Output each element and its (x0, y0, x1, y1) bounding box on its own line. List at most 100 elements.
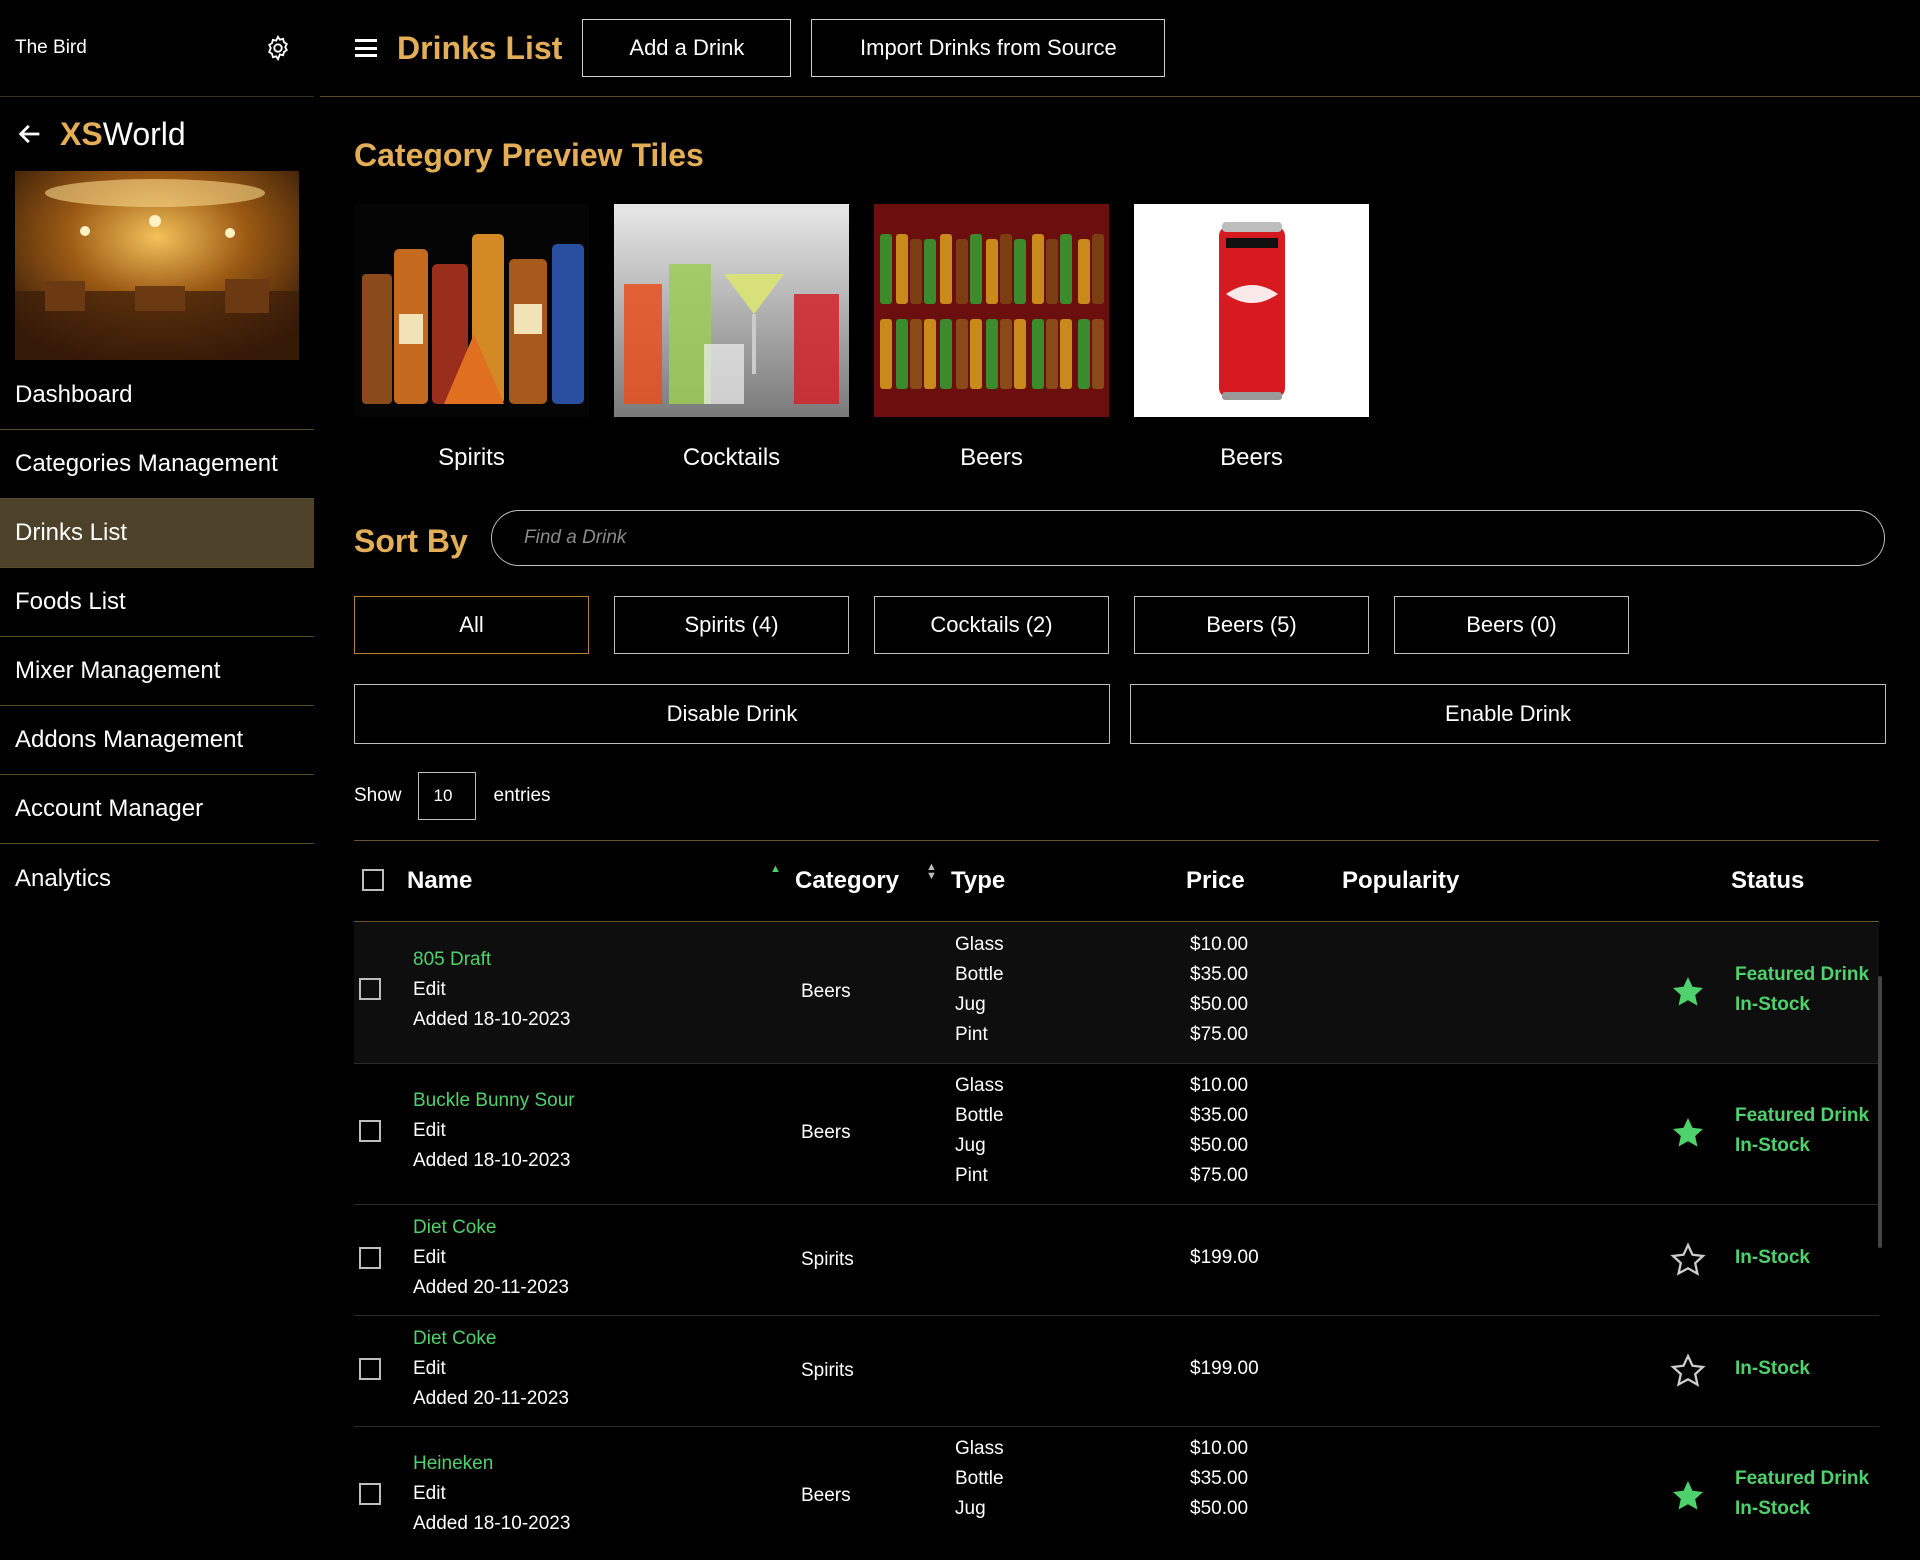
added-date: Added 20-11-2023 (413, 1388, 569, 1409)
type-cell: Glass Bottle Jug Pint (955, 1075, 1004, 1186)
row-checkbox[interactable] (359, 1247, 381, 1269)
table-row: Heineken Edit Added 18-10-2023 Beers Gla… (354, 1427, 1879, 1531)
sort-icon[interactable]: ▲ ▼ (926, 862, 937, 882)
star-outline-icon[interactable] (1670, 1353, 1706, 1389)
spirits-image (354, 204, 589, 417)
edit-link[interactable]: Edit (413, 1354, 569, 1384)
category-tiles: Spirits Cocktails Beers Beers (354, 204, 1369, 472)
star-outline-icon[interactable] (1670, 1242, 1706, 1278)
added-date: Added 18-10-2023 (413, 1513, 571, 1531)
table-scrollbar[interactable] (1878, 976, 1882, 1248)
name-cell: Heineken Edit Added 18-10-2023 (413, 1449, 570, 1531)
col-name[interactable]: Name (407, 867, 472, 895)
add-drink-button[interactable]: Add a Drink (582, 19, 792, 77)
search-input[interactable]: Find a Drink (491, 510, 1885, 566)
row-checkbox[interactable] (359, 978, 381, 1000)
sidebar: The Bird XSWorld Dashboard Categories Ma… (0, 0, 314, 1560)
stock-badge: In-Stock (1735, 1358, 1810, 1379)
added-date: Added 18-10-2023 (413, 1009, 571, 1030)
row-checkbox[interactable] (359, 1358, 381, 1380)
drink-name-link[interactable]: Heineken (413, 1449, 570, 1479)
price-cell: $10.00 $35.00 $50.00 $75.00 (1190, 934, 1249, 1045)
back-arrow-icon[interactable] (16, 120, 44, 148)
stock-badge: In-Stock (1735, 1498, 1810, 1519)
category-cell: Spirits (801, 1249, 854, 1270)
filter-spirits[interactable]: Spirits (4) (614, 596, 849, 654)
name-cell: Diet Coke Edit Added 20-11-2023 (413, 1213, 569, 1303)
col-type[interactable]: Type (951, 867, 1005, 895)
sort-by-label: Sort By (354, 523, 468, 559)
col-price[interactable]: Price (1186, 867, 1245, 895)
select-all-checkbox[interactable] (362, 869, 384, 891)
tiles-title: Category Preview Tiles (354, 137, 704, 173)
sidebar-item-foods[interactable]: Foods List (0, 568, 314, 637)
back-to-brand[interactable]: XSWorld (0, 97, 314, 171)
gear-icon[interactable] (264, 34, 292, 62)
drink-name-link[interactable]: Diet Coke (413, 1324, 569, 1354)
edit-link[interactable]: Edit (413, 1243, 569, 1273)
sidebar-menu: Dashboard Categories Management Drinks L… (0, 360, 314, 913)
filter-cocktails[interactable]: Cocktails (2) (874, 596, 1109, 654)
filter-beers[interactable]: Beers (5) (1134, 596, 1369, 654)
type-cell: Glass Bottle Jug Pint (955, 934, 1004, 1045)
price-cell: $199.00 (1190, 1247, 1259, 1268)
tile-label: Beers (960, 444, 1023, 471)
stock-badge: In-Stock (1735, 994, 1810, 1015)
sort-asc-icon[interactable]: ▲ (770, 863, 781, 875)
sidebar-item-addons[interactable]: Addons Management (0, 706, 314, 775)
entries-select[interactable]: 10 (417, 772, 476, 820)
price-cell: $199.00 (1190, 1358, 1259, 1379)
star-filled-icon[interactable] (1670, 1478, 1706, 1514)
added-date: Added 20-11-2023 (413, 1277, 569, 1298)
category-tile[interactable]: Cocktails (614, 204, 849, 472)
star-filled-icon[interactable] (1670, 974, 1706, 1010)
added-date: Added 18-10-2023 (413, 1150, 571, 1171)
category-tile[interactable]: Spirits (354, 204, 589, 472)
col-popularity[interactable]: Popularity (1342, 867, 1459, 895)
edit-link[interactable]: Edit (413, 1479, 570, 1509)
drink-name-link[interactable]: 805 Draft (413, 945, 570, 975)
sidebar-item-mixers[interactable]: Mixer Management (0, 637, 314, 706)
featured-badge: Featured Drink (1735, 1468, 1870, 1489)
name-cell: Diet Coke Edit Added 20-11-2023 (413, 1324, 569, 1414)
drink-name-link[interactable]: Buckle Bunny Sour (413, 1086, 575, 1116)
menu-toggle-icon[interactable] (355, 39, 377, 57)
col-category[interactable]: Category (795, 867, 899, 895)
category-tile[interactable]: Beers (874, 204, 1109, 472)
sidebar-item-drinks[interactable]: Drinks List (0, 499, 314, 568)
sidebar-item-categories[interactable]: Categories Management (0, 430, 314, 499)
sidebar-item-dashboard[interactable]: Dashboard (0, 360, 314, 430)
category-tile[interactable]: Beers (1134, 204, 1369, 472)
sidebar-top: The Bird (0, 0, 314, 97)
col-status[interactable]: Status (1731, 867, 1804, 895)
tile-label: Beers (1220, 444, 1283, 471)
row-checkbox[interactable] (359, 1120, 381, 1142)
edit-link[interactable]: Edit (413, 1116, 575, 1146)
category-cell: Beers (801, 1122, 851, 1143)
venue-photo (15, 171, 299, 360)
filter-beers-empty[interactable]: Beers (0) (1394, 596, 1629, 654)
import-drinks-button[interactable]: Import Drinks from Source (811, 19, 1166, 77)
featured-badge: Featured Drink (1735, 964, 1870, 985)
drink-name-link[interactable]: Diet Coke (413, 1213, 569, 1243)
table-row: Buckle Bunny Sour Edit Added 18-10-2023 … (354, 1064, 1879, 1205)
disable-drink-button[interactable]: Disable Drink (354, 684, 1110, 744)
category-cell: Spirits (801, 1360, 854, 1381)
category-cell: Beers (801, 981, 851, 1002)
sidebar-item-analytics[interactable]: Analytics (0, 844, 314, 913)
star-filled-icon[interactable] (1670, 1115, 1706, 1151)
table-row: Diet Coke Edit Added 20-11-2023 Spirits … (354, 1205, 1879, 1316)
drinks-table: Name ▲ Category ▲ ▼ Type Price Popularity… (354, 840, 1882, 1531)
sidebar-item-account[interactable]: Account Manager (0, 775, 314, 844)
filter-buttons: All Spirits (4) Cocktails (2) Beers (5) … (354, 596, 1629, 654)
entries-label: entries (493, 785, 551, 806)
row-checkbox[interactable] (359, 1483, 381, 1505)
table-row: 805 Draft Edit Added 18-10-2023 Beers Gl… (354, 922, 1879, 1064)
filter-all[interactable]: All (354, 596, 589, 654)
price-cell: $10.00 $35.00 $50.00 (1190, 1438, 1249, 1519)
enable-drink-button[interactable]: Enable Drink (1130, 684, 1886, 744)
edit-link[interactable]: Edit (413, 975, 570, 1005)
featured-badge: Featured Drink (1735, 1105, 1870, 1126)
soda-can-image (1134, 204, 1369, 417)
status-cell: In-Stock (1735, 1243, 1810, 1273)
